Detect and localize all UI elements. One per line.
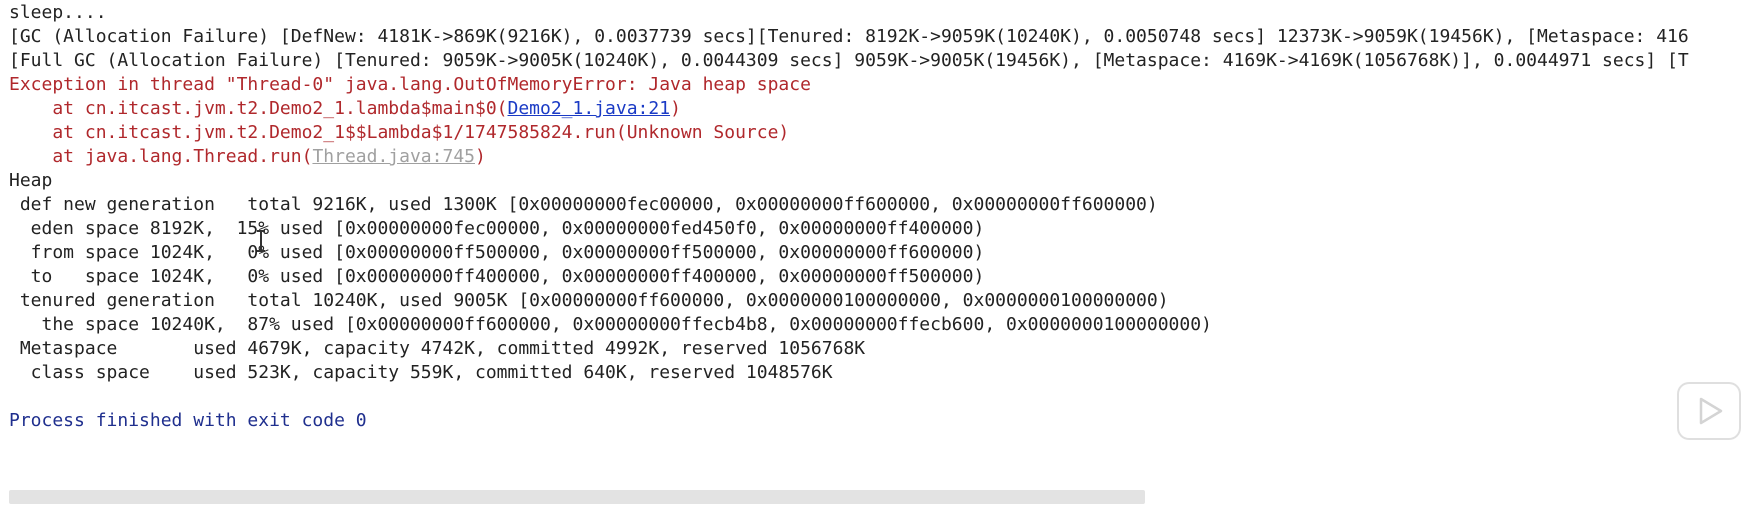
console-line-full-gc: [Full GC (Allocation Failure) [Tenured: … [9,50,1689,71]
play-icon [1699,397,1723,425]
console-output[interactable]: sleep.... [GC (Allocation Failure) [DefN… [0,0,1747,490]
heap-def-new-generation: def new generation total 9216K, used 130… [9,194,1158,215]
play-button[interactable] [1677,382,1741,440]
heap-metaspace: Metaspace used 4679K, capacity 4742K, co… [9,338,866,359]
heap-tenured-generation: tenured generation total 10240K, used 90… [9,290,1169,311]
source-link-thread[interactable]: Thread.java:745 [312,146,475,167]
stack-trace-text: ) [475,146,486,167]
stack-trace-text: ) [670,98,681,119]
text-cursor-icon [257,230,265,252]
heap-class-space: class space used 523K, capacity 559K, co… [9,362,833,383]
heap-to-space: to space 1024K, 0% used [0x00000000ff400… [9,266,985,287]
heap-from-space: from space 1024K, 0% used [0x00000000ff5… [9,242,985,263]
console-line-gc: [GC (Allocation Failure) [DefNew: 4181K-… [9,26,1689,47]
heap-heading: Heap [9,170,53,191]
stack-trace-text: at cn.itcast.jvm.t2.Demo2_1.lambda$main$… [9,98,508,119]
heap-the-space: the space 10240K, 87% used [0x00000000ff… [9,314,1212,335]
heap-eden-space: eden space 8192K, 15% used [0x00000000fe… [9,218,985,239]
stack-trace-line-3: at java.lang.Thread.run(Thread.java:745) [9,144,486,171]
exception-message: Exception in thread "Thread-0" java.lang… [9,74,811,95]
stack-trace-line-1: at cn.itcast.jvm.t2.Demo2_1.lambda$main$… [9,96,681,123]
stack-trace-line-2: at cn.itcast.jvm.t2.Demo2_1$$Lambda$1/17… [9,122,790,143]
process-exit-message: Process finished with exit code 0 [9,410,367,431]
console-line-sleep: sleep.... [9,2,107,23]
source-link-demo2[interactable]: Demo2_1.java:21 [508,98,671,119]
horizontal-scrollbar[interactable] [9,490,1145,504]
stack-trace-text: at java.lang.Thread.run( [9,146,313,167]
